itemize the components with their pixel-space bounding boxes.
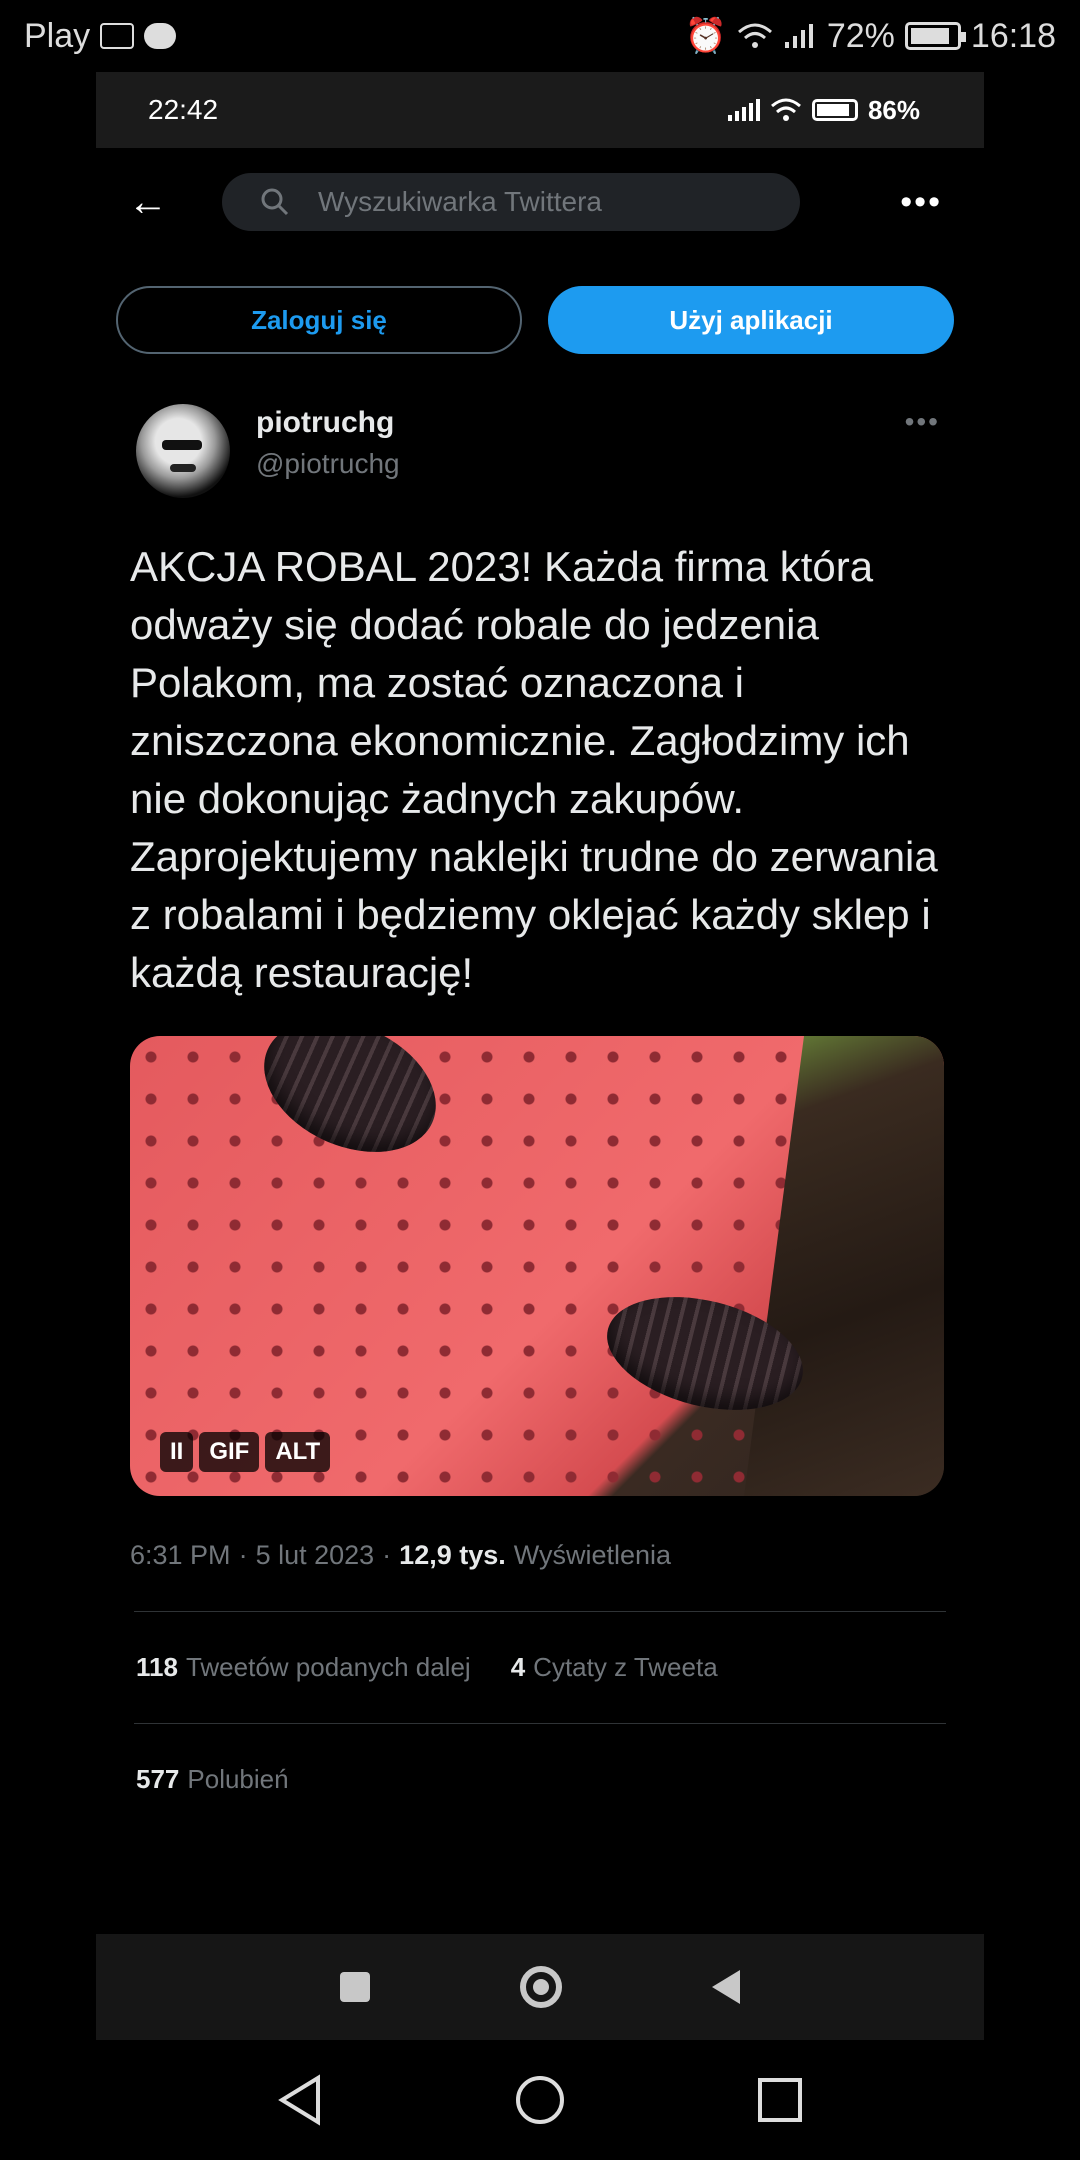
likes-label: Polubień — [187, 1764, 289, 1794]
views-label: Wyświetlenia — [513, 1540, 672, 1570]
quotes-stat[interactable]: 4 Cytaty z Tweeta — [511, 1652, 718, 1683]
gif-badge: GIF — [199, 1432, 260, 1472]
battery-percent: 72% — [826, 16, 895, 55]
tweet-more-icon[interactable]: ••• — [905, 406, 940, 438]
device-status-bar: Play ⏰ 72% 16:18 — [0, 0, 1080, 72]
auth-buttons: Zaloguj się Użyj aplikacji — [96, 256, 984, 354]
tweet-stats: 118 Tweetów podanych dalej 4 Cytaty z Twee… — [96, 1612, 984, 1683]
message-icon — [144, 23, 177, 49]
back-triangle-icon[interactable] — [276, 2074, 324, 2126]
retweets-label: Tweetów podanych dalej — [185, 1652, 471, 1682]
use-app-button[interactable]: Użyj aplikacji — [548, 286, 954, 354]
alt-badge[interactable]: ALT — [265, 1432, 331, 1472]
tweet-text: AKCJA ROBAL 2023! Każda firma która odwa… — [130, 543, 938, 996]
display-name[interactable]: piotruchg — [256, 406, 400, 440]
quotes-label: Cytaty z Tweeta — [533, 1652, 718, 1682]
clock: 16:18 — [970, 16, 1056, 55]
recents-square-icon[interactable] — [756, 2076, 804, 2124]
home-circle-icon[interactable] — [514, 2074, 566, 2126]
media-background — [744, 1036, 944, 1496]
pause-button[interactable]: II — [160, 1432, 194, 1472]
inner-wifi-icon — [770, 98, 801, 121]
status-right: ⏰ 72% 16:18 — [685, 16, 1057, 56]
back-arrow-icon[interactable]: ← — [118, 180, 178, 225]
device-nav-bar — [0, 2040, 1080, 2160]
embedded-screenshot: 22:42 86% ← Wyszukiwarka Twittera ••• Za… — [96, 72, 984, 2040]
tweet-author: piotruchg @piotruchg ••• — [96, 354, 984, 498]
inner-status-right: 86% — [727, 94, 920, 126]
retweets-stat[interactable]: 118 Tweetów podanych dalej — [136, 1652, 471, 1683]
tweet-meta: 6:31 PM · 5 lut 2023 · 12,9 tys. Wyświet… — [130, 1540, 672, 1571]
views-count: 12,9 tys. — [399, 1540, 506, 1570]
retweets-count: 118 — [136, 1652, 178, 1682]
inner-clock: 22:42 — [148, 94, 219, 125]
media-controls: II GIF ALT — [160, 1432, 331, 1472]
likes-count: 577 — [136, 1764, 180, 1794]
inner-battery-percent: 86% — [867, 94, 920, 125]
inner-nav-bar — [96, 1934, 984, 2040]
wifi-icon — [737, 23, 772, 48]
activity-icon — [100, 23, 135, 49]
inner-status-bar: 22:42 86% — [96, 72, 984, 148]
likes-stat[interactable]: 577 Polubień — [96, 1724, 984, 1795]
alarm-icon: ⏰ — [684, 17, 727, 55]
back-triangle-icon[interactable] — [712, 1970, 740, 2004]
search-icon — [261, 188, 289, 216]
login-button[interactable]: Zaloguj się — [116, 286, 522, 354]
isopod-image — [243, 1036, 457, 1178]
tweet-gif-media[interactable]: II GIF ALT — [130, 1036, 944, 1496]
status-left: Play — [24, 16, 177, 56]
author-names: piotruchg @piotruchg — [256, 406, 400, 498]
twitter-top-bar: ← Wyszukiwarka Twittera ••• — [96, 148, 984, 256]
inner-battery-icon — [811, 99, 858, 121]
battery-icon — [904, 22, 966, 50]
home-circle-icon[interactable] — [520, 1966, 562, 2008]
search-placeholder: Wyszukiwarka Twittera — [318, 186, 602, 217]
recents-square-icon[interactable] — [340, 1972, 370, 2002]
search-input[interactable]: Wyszukiwarka Twittera — [222, 173, 800, 231]
avatar[interactable] — [136, 404, 230, 498]
user-handle[interactable]: @piotruchg — [256, 448, 400, 480]
quotes-count: 4 — [510, 1652, 526, 1682]
tweet-time[interactable]: 6:31 PM — [130, 1540, 231, 1571]
more-options-icon[interactable]: ••• — [900, 183, 962, 222]
inner-signal-icon — [727, 99, 760, 121]
tweet-date[interactable]: 5 lut 2023 — [256, 1540, 375, 1571]
signal-icon — [784, 24, 813, 48]
carrier-label: Play — [24, 16, 91, 55]
